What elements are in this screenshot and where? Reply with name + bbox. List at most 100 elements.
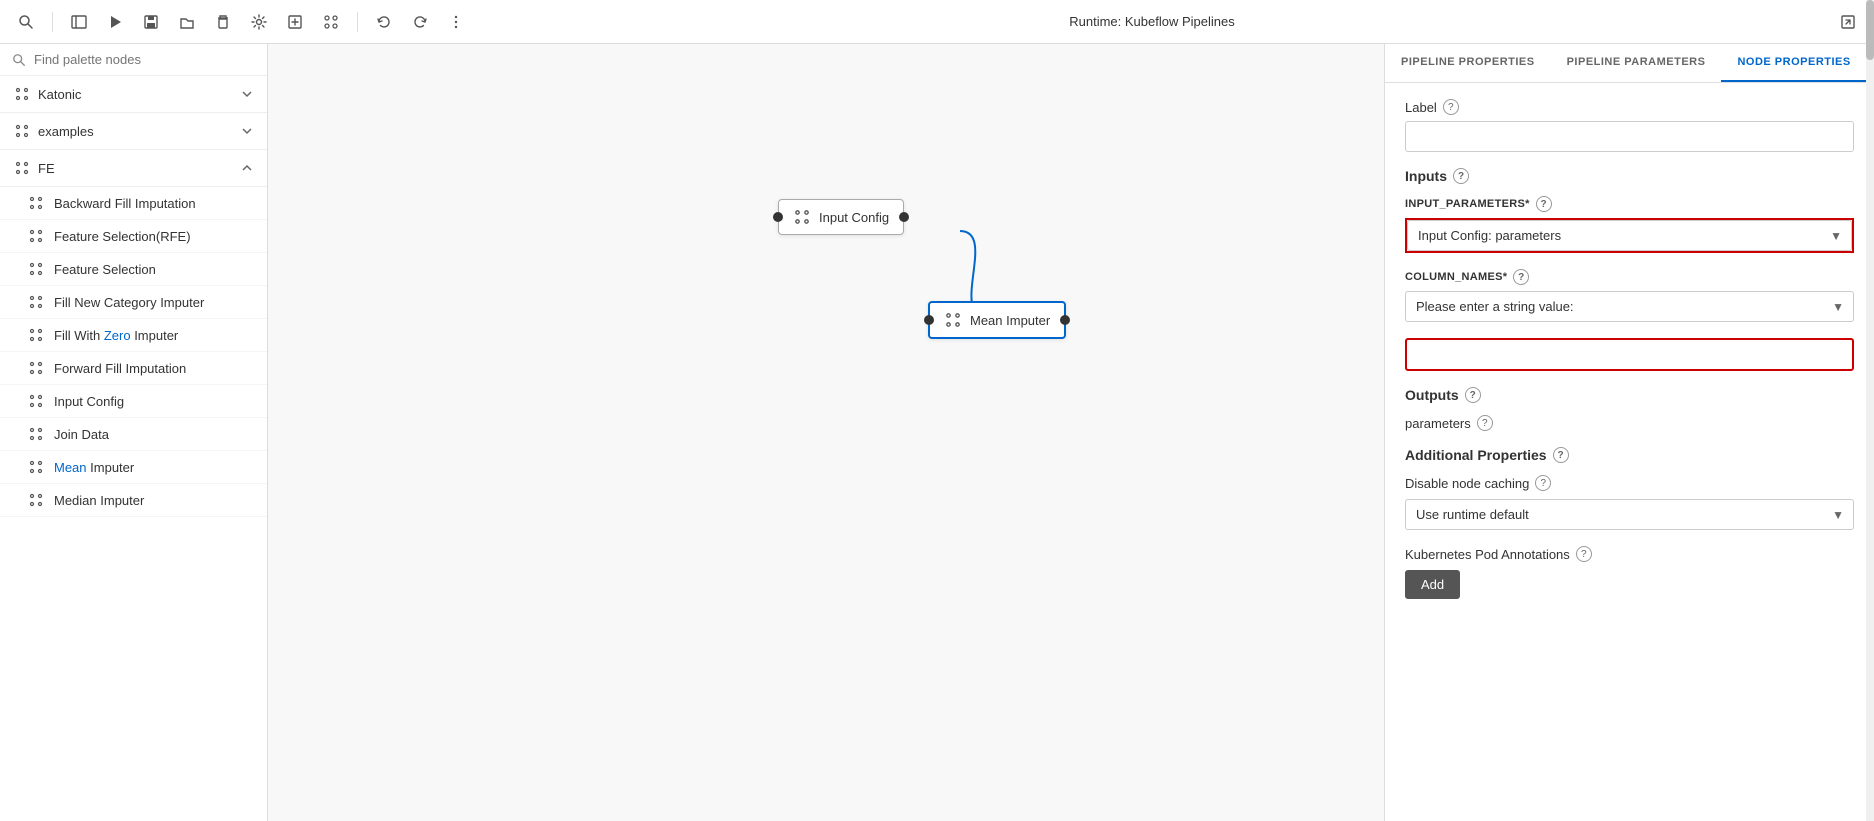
right-panel: PIPELINE PROPERTIES PIPELINE PARAMETERS … [1384, 44, 1874, 821]
pipeline-canvas[interactable]: Input Config Mean Imputer [268, 44, 1384, 821]
label-group: Label ? [1405, 99, 1854, 152]
node-input-config-label: Input Config [819, 210, 889, 225]
undo-icon[interactable] [370, 8, 398, 36]
run-icon[interactable] [101, 8, 129, 36]
category-katonic[interactable]: Katonic [0, 76, 267, 113]
item-label-forward-fill: Forward Fill Imputation [54, 361, 186, 376]
item-label-input-config: Input Config [54, 394, 124, 409]
tip-input[interactable]: tip [1405, 338, 1854, 371]
item-label-fill-zero: Fill With Zero Imputer [54, 328, 178, 343]
palette-item-mean-imputer[interactable]: Mean Imputer [0, 451, 267, 484]
palette-item-backward-fill[interactable]: Backward Fill Imputation [0, 187, 267, 220]
additional-properties-help-icon[interactable]: ? [1553, 447, 1569, 463]
open-icon[interactable] [173, 8, 201, 36]
right-panel-content: Label ? Inputs ? INPUT_PARAMETERS* ? Inp… [1385, 83, 1874, 821]
node-mean-imputer[interactable]: Mean Imputer [928, 301, 1066, 339]
inputs-help-icon[interactable]: ? [1453, 168, 1469, 184]
palette-item-forward-fill[interactable]: Forward Fill Imputation [0, 352, 267, 385]
palette-item-fill-zero[interactable]: Fill With Zero Imputer [0, 319, 267, 352]
category-fe[interactable]: FE [0, 150, 267, 187]
k8s-annotations-label: Kubernetes Pod Annotations ? [1405, 546, 1854, 562]
column-names-label: COLUMN_NAMES* ? [1405, 269, 1854, 285]
label-input[interactable] [1405, 121, 1854, 152]
disable-caching-help-icon[interactable]: ? [1535, 475, 1551, 491]
sep2 [357, 12, 358, 32]
palette-item-join-data[interactable]: Join Data [0, 418, 267, 451]
nodes-category-icon2 [14, 123, 30, 139]
disable-caching-label: Disable node caching ? [1405, 475, 1854, 491]
node-item-icon8 [28, 426, 44, 442]
mean-imputer-port-right[interactable] [1060, 315, 1070, 325]
input-config-port-right[interactable] [899, 212, 909, 222]
tab-pipeline-parameters[interactable]: PIPELINE PARAMETERS [1551, 44, 1722, 82]
back-to-canvas-icon[interactable] [65, 8, 93, 36]
scrollbar-thumb[interactable] [1866, 44, 1874, 60]
column-names-help-icon[interactable]: ? [1513, 269, 1529, 285]
nodes-category-icon [14, 86, 30, 102]
connector-svg [268, 44, 1384, 821]
palette-search-bar[interactable] [0, 44, 267, 76]
column-names-select-wrapper: Please enter a string value: ▼ [1405, 291, 1854, 322]
node-item-icon5 [28, 327, 44, 343]
category-examples-label: examples [14, 123, 94, 139]
node-item-icon2 [28, 228, 44, 244]
disable-caching-select-wrapper: Use runtime default True False ▼ [1405, 499, 1854, 530]
item-label-backward-fill: Backward Fill Imputation [54, 196, 196, 211]
chevron-down-icon [241, 88, 253, 100]
save-icon[interactable] [137, 8, 165, 36]
export-icon[interactable] [281, 8, 309, 36]
toolbar: Runtime: Kubeflow Pipelines [0, 0, 1874, 44]
mean-imputer-port-left[interactable] [924, 315, 934, 325]
search-palette-icon[interactable] [12, 8, 40, 36]
disable-caching-group: Disable node caching ? Use runtime defau… [1405, 475, 1854, 530]
node-item-icon [28, 195, 44, 211]
palette-item-median-imputer[interactable]: Median Imputer [0, 484, 267, 517]
node-item-icon6 [28, 360, 44, 376]
tab-node-properties[interactable]: NODE PROPERTIES [1721, 44, 1866, 82]
input-parameters-select-wrapper: Input Config: parameters ▼ [1405, 218, 1854, 253]
category-fe-label: FE [14, 160, 55, 176]
input-parameters-select[interactable]: Input Config: parameters [1407, 220, 1852, 251]
search-input[interactable] [34, 52, 255, 67]
column-names-group: COLUMN_NAMES* ? Please enter a string va… [1405, 269, 1854, 322]
redo-icon[interactable] [406, 8, 434, 36]
outputs-help-icon[interactable]: ? [1465, 387, 1481, 403]
category-examples[interactable]: examples [0, 113, 267, 150]
palette-list: Katonic examples [0, 76, 267, 821]
outputs-parameters-label: parameters ? [1405, 415, 1854, 431]
input-config-port-left[interactable] [773, 212, 783, 222]
label-help-icon[interactable]: ? [1443, 99, 1459, 115]
right-panel-tabs: PIPELINE PROPERTIES PIPELINE PARAMETERS … [1385, 44, 1874, 83]
search-icon [12, 53, 26, 67]
palette-item-fill-new-category[interactable]: Fill New Category Imputer [0, 286, 267, 319]
input-parameters-label: INPUT_PARAMETERS* ? [1405, 196, 1854, 212]
add-annotation-button[interactable]: Add [1405, 570, 1460, 599]
expand-icon[interactable] [1834, 8, 1862, 36]
chevron-down-icon2 [241, 125, 253, 137]
item-label-median-imputer: Median Imputer [54, 493, 144, 508]
outputs-parameters-help-icon[interactable]: ? [1477, 415, 1493, 431]
input-parameters-help-icon[interactable]: ? [1536, 196, 1552, 212]
node-input-config[interactable]: Input Config [778, 199, 904, 235]
item-label-feature-selection: Feature Selection [54, 262, 156, 277]
node-item-icon3 [28, 261, 44, 277]
category-katonic-label: Katonic [14, 86, 81, 102]
more-options-icon[interactable] [442, 8, 470, 36]
palette-item-feature-selection-rfe[interactable]: Feature Selection(RFE) [0, 220, 267, 253]
nodes-icon[interactable] [317, 8, 345, 36]
inputs-section-title: Inputs ? [1405, 168, 1854, 184]
item-label-fill-new-category: Fill New Category Imputer [54, 295, 204, 310]
node-mean-imputer-label: Mean Imputer [970, 313, 1050, 328]
right-scrollbar[interactable] [1866, 44, 1874, 821]
palette-item-input-config[interactable]: Input Config [0, 385, 267, 418]
palette-panel: Katonic examples [0, 44, 268, 821]
label-field-title: Label ? [1405, 99, 1854, 115]
pipeline-settings-icon[interactable] [245, 8, 273, 36]
palette-item-feature-selection[interactable]: Feature Selection [0, 253, 267, 286]
node-input-config-icon [793, 208, 811, 226]
tab-pipeline-properties[interactable]: PIPELINE PROPERTIES [1385, 44, 1551, 82]
column-names-select[interactable]: Please enter a string value: [1405, 291, 1854, 322]
delete-icon[interactable] [209, 8, 237, 36]
disable-caching-select[interactable]: Use runtime default True False [1405, 499, 1854, 530]
k8s-annotations-help-icon[interactable]: ? [1576, 546, 1592, 562]
